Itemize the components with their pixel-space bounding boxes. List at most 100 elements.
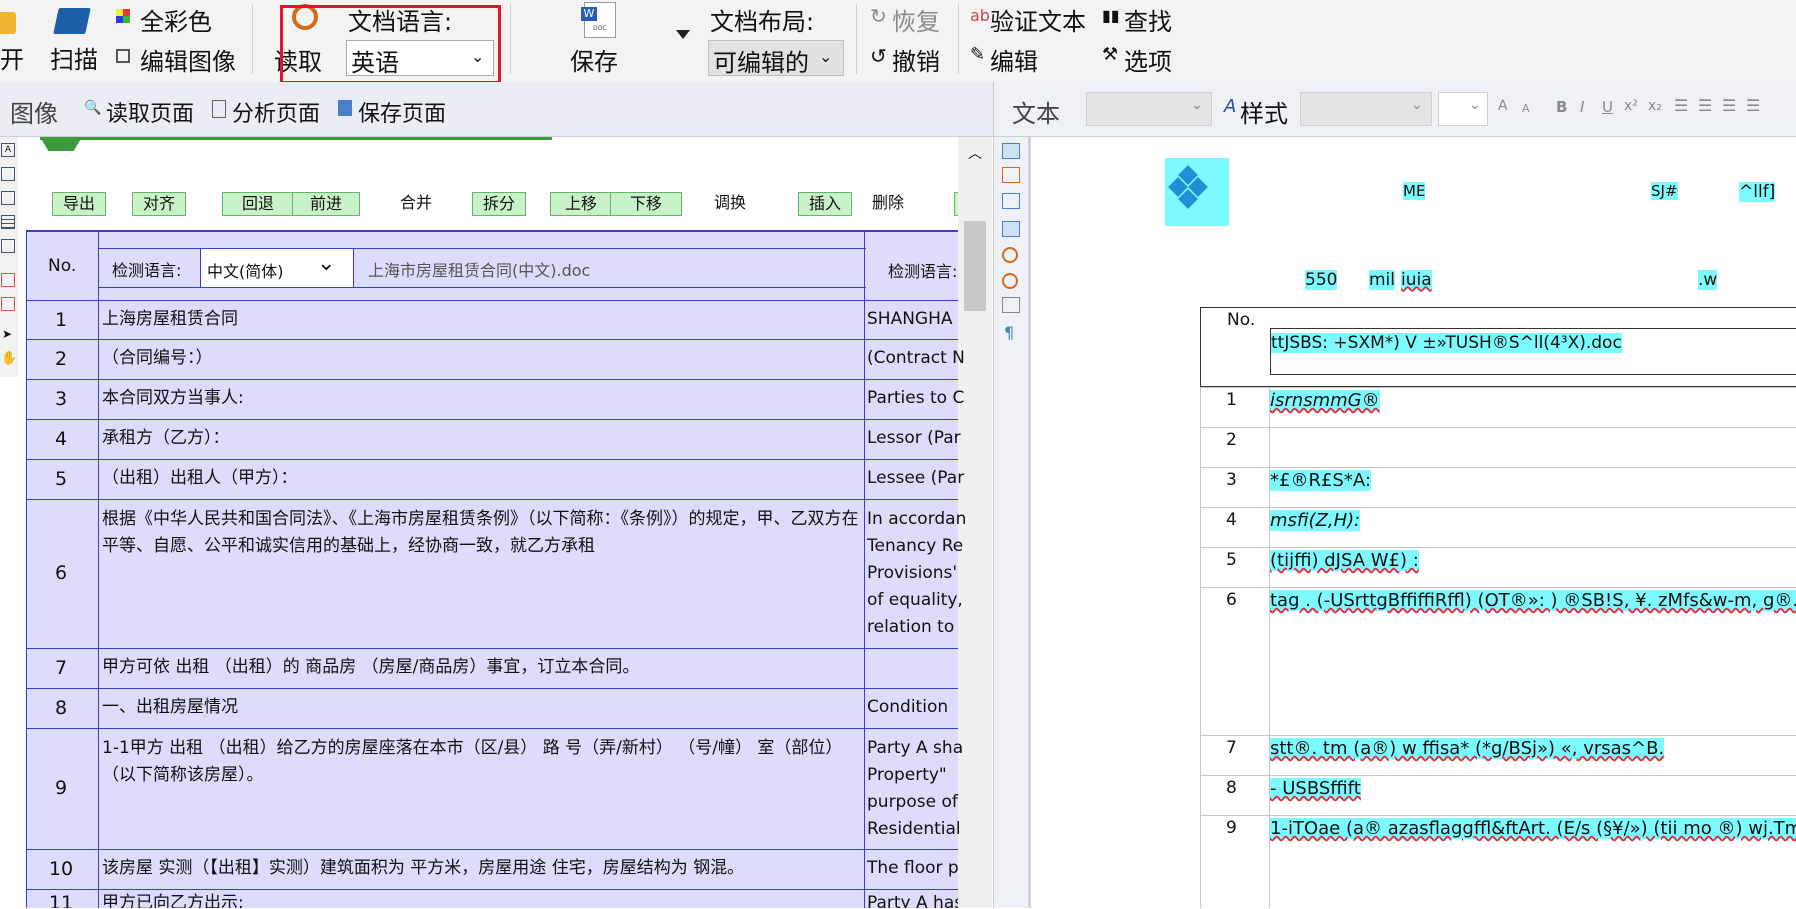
ocr-row: 6 tag . (-USrttgBffiffiRffl) (OT®»: ) ®S… xyxy=(1200,587,1796,736)
background-area-tool-icon[interactable] xyxy=(1,191,15,205)
font-style-select[interactable]: ⌄ xyxy=(1086,92,1212,126)
align-center-icon[interactable]: ☰ xyxy=(1698,96,1712,115)
scan-button[interactable]: 扫描 xyxy=(46,4,102,76)
table-row[interactable]: 11 甲方已向乙方出示: Party A has xyxy=(26,890,958,908)
ocr-row-text[interactable]: *£®R£S*A: xyxy=(1270,470,1371,491)
find-replace-icon[interactable] xyxy=(1002,273,1018,289)
hand-icon[interactable]: ✋ xyxy=(1,351,17,366)
font-grow-icon[interactable]: A xyxy=(1498,98,1508,114)
save-button[interactable]: W DOC 保存 xyxy=(560,0,630,76)
row-number: 8 xyxy=(54,697,68,719)
barcode-tool-icon[interactable] xyxy=(1,239,15,253)
move-up-button[interactable]: 上移 xyxy=(550,192,612,216)
ribbon-divider xyxy=(958,4,959,74)
justify-icon[interactable]: ☰ xyxy=(1746,96,1760,115)
ocr-row-text[interactable]: 1-iTOae (a® azasflaggffl&ftArt. (E/s (§¥… xyxy=(1270,818,1796,839)
align-right-icon[interactable]: ☰ xyxy=(1722,96,1736,115)
delete-button[interactable]: 删除 xyxy=(872,192,904,214)
table-row[interactable]: 9 1-1甲方 出租 （出租）给乙方的房屋座落在本市（区/县） 路 号（弄/新村… xyxy=(26,729,963,850)
ocr-row-text[interactable]: tag . (-USrttgBffiffiRffl) (OT®»: ) ®SB!… xyxy=(1270,590,1796,611)
picture-view-icon[interactable] xyxy=(1002,193,1020,209)
italic-icon[interactable]: I xyxy=(1580,98,1584,116)
chevron-down-icon: ⌄ xyxy=(1191,97,1203,113)
ocr-row-number: 9 xyxy=(1226,818,1237,838)
table-row[interactable]: 5 （出租）出租人（甲方）： Lessee (Par xyxy=(26,460,964,500)
ocr-row-text[interactable]: stt®. tm (a®) w ffisa* (*g/BSj») «, vrsa… xyxy=(1270,738,1665,759)
open-button[interactable]: 开 xyxy=(0,4,28,76)
font-name-select[interactable]: ⌄ xyxy=(1300,92,1432,126)
ocr-row-text[interactable]: isrnsmmG® xyxy=(1270,390,1380,411)
ocr-filename[interactable]: ttJSBS: +SXM*) V ±»TUSH®S^ll(4³X).doc xyxy=(1271,333,1622,353)
ocr-text-fragment[interactable]: ^llf] xyxy=(1739,182,1776,202)
table-column-line xyxy=(864,230,865,908)
ocr-row-text[interactable]: (tijffi) dJSA W£) : xyxy=(1270,550,1419,571)
ocr-row: 5 (tijffi) dJSA W£) : xyxy=(1200,547,1796,588)
row-en-text: SHANGHA xyxy=(867,309,953,329)
zoom-icon[interactable] xyxy=(1002,247,1018,263)
row-number: 9 xyxy=(54,777,68,799)
spell-check-icon[interactable] xyxy=(1002,297,1020,313)
merge-button[interactable]: 合并 xyxy=(400,192,432,214)
table-row[interactable]: 7 甲方可依 出租 （出租）的 商品房 （房屋/商品房）事宜，订立本合同。 xyxy=(26,649,958,689)
row-en-text: Parties to C xyxy=(867,388,965,408)
row-en-text: Party A sha Property" purpose of Residen… xyxy=(867,735,967,843)
scroll-thumb[interactable] xyxy=(964,221,986,311)
row-zh-text: 根据《中华人民共和国合同法》、《上海市房屋租赁条例》（以下简称：《条例》）的规定… xyxy=(102,509,859,556)
language-highlight-box xyxy=(280,5,501,84)
row-number: 7 xyxy=(54,657,68,679)
row-number: 11 xyxy=(48,892,74,908)
chevron-down-icon: ⌄ xyxy=(1469,97,1481,113)
table-row[interactable]: 4 承租方（乙方）： Lessor (Par xyxy=(26,420,961,460)
detect-lang-select[interactable]: 中文(简体) ⌄ xyxy=(200,249,354,287)
word-doc-icon: W DOC xyxy=(581,2,616,38)
forward-button[interactable]: 前进 xyxy=(292,192,360,216)
chevron-down-icon: ⌄ xyxy=(819,47,833,66)
table-area-tool-icon[interactable] xyxy=(1,215,15,229)
save-dropdown-arrow-icon[interactable] xyxy=(676,30,690,39)
compare-view-icon[interactable] xyxy=(1002,221,1020,237)
row-zh-text: 一、出租房屋情况 xyxy=(102,697,238,717)
paragraph-mark-icon[interactable]: ¶ xyxy=(1004,323,1014,342)
ocr-text-fragment[interactable]: SJ# xyxy=(1651,182,1678,200)
swap-tool-icon[interactable] xyxy=(1,297,15,311)
table-row[interactable]: 8 一、出租房屋情况 Condition xyxy=(26,689,958,729)
ocr-row-text[interactable]: msfi(Z,H): xyxy=(1270,510,1361,531)
table-row[interactable]: 2 （合同编号：） (Contract N xyxy=(26,340,965,380)
swap-button[interactable]: 调换 xyxy=(714,192,746,214)
underline-icon[interactable]: U xyxy=(1602,98,1613,116)
table-row[interactable]: 1 上海房屋租赁合同 SHANGHA xyxy=(26,301,958,340)
ocr-text-fragment[interactable]: ME xyxy=(1403,182,1426,200)
table-row[interactable]: 6 根据《中华人民共和国合同法》、《上海市房屋租赁条例》（以下简称：《条例》）的… xyxy=(26,500,966,649)
align-left-icon[interactable]: ☰ xyxy=(1674,96,1688,115)
table-row[interactable]: 10 该房屋 实测（【出租】实测）建筑面积为 平方米，房屋用途 住宅，房屋结构为… xyxy=(26,850,959,890)
subscript-icon[interactable]: x₂ xyxy=(1648,98,1662,114)
superscript-icon[interactable]: x² xyxy=(1624,98,1638,114)
export-button[interactable]: 导出 xyxy=(52,192,106,216)
table-header: No. 检测语言: 中文(简体) ⌄ 上海市房屋租赁合同(中文).doc 检测语… xyxy=(26,230,958,302)
order-tool-icon[interactable] xyxy=(1,273,15,287)
font-shrink-icon[interactable]: A xyxy=(1522,102,1530,115)
scroll-up-icon[interactable]: ︿ xyxy=(968,143,982,163)
show-image-icon[interactable] xyxy=(1002,143,1020,159)
ocr-text-fragment[interactable]: mil xyxy=(1369,270,1396,290)
move-down-button[interactable]: 下移 xyxy=(610,192,682,216)
picture-area-tool-icon[interactable] xyxy=(1,167,15,181)
ocr-text-fragment[interactable]: .w xyxy=(1698,270,1718,290)
bold-icon[interactable]: B xyxy=(1556,98,1567,116)
doc-layout-select[interactable]: 可编辑的 ⌄ xyxy=(708,40,844,77)
pointer-icon[interactable]: ➤ xyxy=(2,327,12,341)
table-border-left xyxy=(26,230,27,908)
split-button[interactable]: 拆分 xyxy=(472,192,526,216)
ocr-text-fragment[interactable]: 550 xyxy=(1305,270,1338,290)
insert-button[interactable]: 插入 xyxy=(798,192,852,216)
font-size-select[interactable]: ⌄ xyxy=(1438,92,1488,126)
chevron-down-icon: ⌄ xyxy=(1411,97,1423,113)
text-area-tool-icon[interactable]: A xyxy=(1,143,15,157)
row-en-text: Party A has xyxy=(867,893,958,908)
table-row[interactable]: 3 本合同双方当事人: Parties to C xyxy=(26,380,964,420)
back-button[interactable]: 回退 xyxy=(222,192,294,216)
ocr-text-fragment[interactable]: iuia xyxy=(1401,270,1432,290)
align-button[interactable]: 对齐 xyxy=(132,192,186,216)
ocr-row-text[interactable]: - USBSffift xyxy=(1270,778,1361,799)
split-view-icon[interactable] xyxy=(1002,167,1020,183)
